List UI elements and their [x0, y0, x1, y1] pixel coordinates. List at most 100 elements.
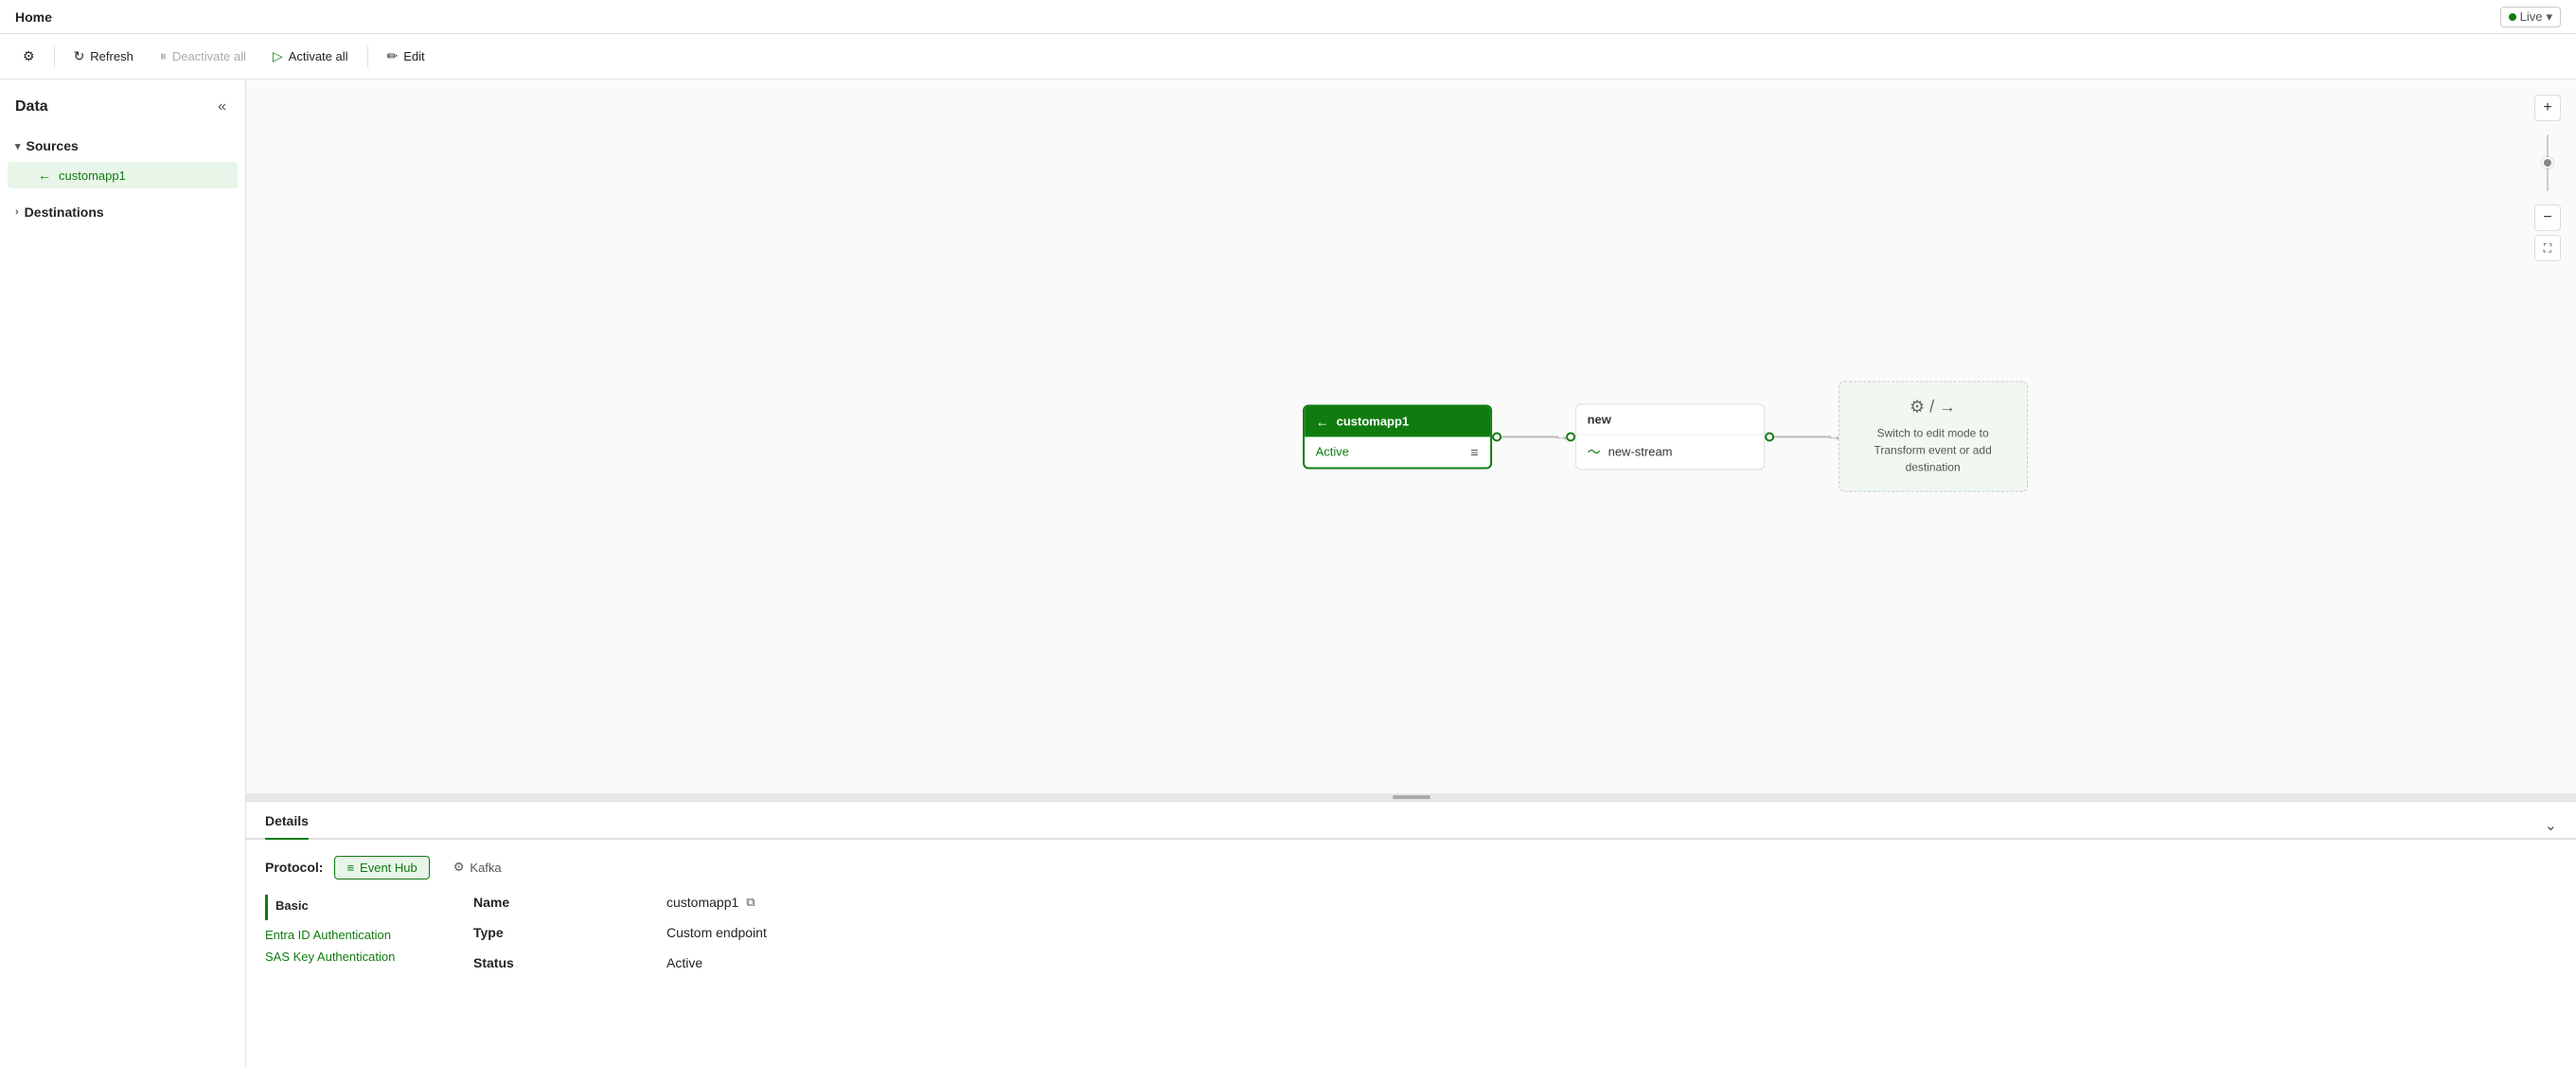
details-nav: Basic Entra ID Authentication SAS Key Au… [265, 895, 435, 970]
details-body: Basic Entra ID Authentication SAS Key Au… [265, 895, 2557, 970]
destination-placeholder-icons: ⚙ / → [1855, 398, 2012, 418]
zoom-out-button[interactable]: − [2534, 204, 2561, 231]
source-node[interactable]: ← customapp1 Active ≡ [1303, 404, 1492, 469]
sidebar-header: Data « [0, 80, 245, 127]
details-header: Details ⌄ [246, 802, 2576, 840]
details-nav-item-entraid[interactable]: Entra ID Authentication [265, 924, 435, 946]
destination-placeholder: ⚙ / → Switch to edit mode to Transform e… [1839, 382, 2028, 492]
refresh-button[interactable]: ↻ Refresh [62, 43, 145, 70]
toolbar: ⚙ ↻ Refresh ⏸ Deactivate all ▷ Activate … [0, 34, 2576, 80]
stream-node[interactable]: new 〜 new-stream [1575, 403, 1765, 470]
edit-button[interactable]: ✏ Edit [376, 43, 436, 70]
source-status: Active [1316, 445, 1349, 459]
live-mode-selector[interactable]: Live ▾ [2500, 7, 2561, 27]
connector-dot-1 [1492, 432, 1501, 441]
stream-name: new-stream [1608, 445, 1673, 459]
source-node-body: Active ≡ [1305, 436, 1490, 467]
title-bar: Home Live ▾ [0, 0, 2576, 34]
sidebar-title: Data [15, 98, 48, 115]
sidebar-item-customapp1[interactable]: ← customapp1 [8, 162, 238, 188]
page-title: Home [15, 9, 52, 25]
destination-placeholder-text: Switch to edit mode to Transform event o… [1855, 425, 2012, 476]
source-node-icon: ← [1316, 414, 1329, 429]
deactivate-icon: ⏸ [160, 48, 167, 64]
details-content: Protocol: ≡ Event Hub ⚙ Kafka Basic [246, 840, 2576, 986]
details-panel: Details ⌄ Protocol: ≡ Event Hub ⚙ Kafka [246, 801, 2576, 1066]
connector-1: → [1492, 428, 1575, 445]
zoom-controls: + − ⛶ [2534, 95, 2561, 261]
collapse-icon: « [218, 98, 226, 115]
sources-section-header[interactable]: ▾ Sources [0, 131, 245, 161]
connector-dot-3 [1765, 432, 1774, 441]
fit-icon: ⛶ [2544, 241, 2551, 256]
field-status-value: Active [666, 955, 2557, 970]
live-badge-label: Live [2520, 9, 2543, 24]
resize-handle[interactable] [246, 793, 2576, 801]
protocol-tab-kafka[interactable]: ⚙ Kafka [441, 855, 514, 879]
stream-icon: 〜 [1588, 442, 1601, 461]
destinations-section-label: Destinations [25, 204, 104, 220]
field-type-text: Custom endpoint [666, 925, 767, 940]
details-collapse-button[interactable]: ⌄ [2545, 816, 2557, 835]
details-nav-item-saskey[interactable]: SAS Key Authentication [265, 946, 435, 968]
stream-node-title: new [1588, 412, 1611, 426]
connector-line-1 [1501, 435, 1558, 437]
connector-line-2 [1774, 435, 1831, 437]
zoom-out-icon: − [2543, 209, 2551, 226]
sidebar-section-sources: ▾ Sources ← customapp1 [0, 127, 245, 193]
field-status-text: Active [666, 955, 702, 970]
eventhub-icon: ≡ [346, 861, 354, 875]
edit-icon: ✏ [387, 48, 399, 64]
protocol-label: Protocol: [265, 860, 323, 875]
details-collapse-icon: ⌄ [2545, 818, 2557, 834]
protocol-row: Protocol: ≡ Event Hub ⚙ Kafka [265, 855, 2557, 879]
sidebar-section-destinations: › Destinations [0, 193, 245, 231]
details-tab[interactable]: Details [265, 813, 309, 840]
details-fields: Name customapp1 ⧉ Type Custom endpoint S… [473, 895, 2557, 970]
zoom-in-icon: + [2543, 99, 2551, 116]
kafka-icon: ⚙ [453, 860, 465, 875]
sidebar: Data « ▾ Sources ← customapp1 › Destinat… [0, 80, 246, 1066]
settings-button[interactable]: ⚙ [11, 43, 46, 70]
refresh-icon: ↻ [74, 48, 85, 64]
resize-dot [1393, 795, 1430, 799]
gear-icon: ⚙ [23, 48, 35, 64]
edit-label: Edit [403, 49, 424, 63]
stream-node-body: 〜 new-stream [1576, 435, 1764, 469]
toolbar-separator-1 [54, 45, 55, 68]
zoom-track [2547, 134, 2549, 191]
sidebar-collapse-button[interactable]: « [214, 95, 230, 119]
sources-section-label: Sources [27, 138, 79, 153]
live-dot [2509, 13, 2516, 21]
source-node-header: ← customapp1 [1305, 406, 1490, 436]
zoom-in-button[interactable]: + [2534, 95, 2561, 121]
flow-container: ← customapp1 Active ≡ → [1303, 382, 2028, 492]
connector-arrow-2: → [1827, 428, 1842, 445]
protocol-tab-eventhub[interactable]: ≡ Event Hub [334, 856, 429, 879]
source-node-menu-icon[interactable]: ≡ [1470, 444, 1478, 459]
toolbar-separator-2 [367, 45, 368, 68]
refresh-label: Refresh [90, 49, 133, 63]
destinations-section-header[interactable]: › Destinations [0, 197, 245, 227]
source-item-icon: ← [38, 168, 51, 183]
canvas[interactable]: ← customapp1 Active ≡ → [246, 80, 2576, 793]
canvas-area: ← customapp1 Active ≡ → [246, 80, 2576, 1066]
live-chevron-icon: ▾ [2546, 9, 2552, 25]
source-node-title: customapp1 [1337, 415, 1410, 429]
zoom-slider[interactable] [2547, 125, 2549, 201]
source-item-label: customapp1 [59, 169, 126, 183]
field-type-label: Type [473, 925, 644, 940]
activate-all-button[interactable]: ▷ Activate all [261, 43, 360, 70]
connector-2: → [1765, 428, 1839, 445]
field-type-value: Custom endpoint [666, 925, 2557, 940]
field-status-label: Status [473, 955, 644, 970]
zoom-thumb [2542, 157, 2553, 169]
field-name-text: customapp1 [666, 895, 738, 910]
activate-icon: ▷ [273, 48, 283, 64]
copy-name-icon[interactable]: ⧉ [746, 895, 755, 910]
destinations-chevron-icon: › [15, 206, 19, 218]
fit-button[interactable]: ⛶ [2534, 235, 2561, 261]
deactivate-all-button[interactable]: ⏸ Deactivate all [149, 43, 258, 70]
field-name-value: customapp1 ⧉ [666, 895, 2557, 910]
live-badge[interactable]: Live ▾ [2500, 7, 2561, 27]
